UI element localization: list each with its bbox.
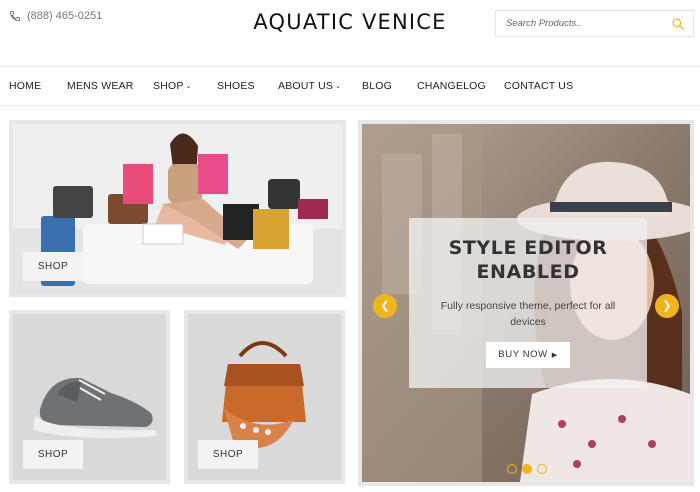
main-nav: HOME MENS WEAR SHOP ⌄ SHOES ABOUT US ⌄ BLO…: [0, 66, 700, 106]
nav-label: BLOG: [362, 80, 392, 92]
search-input[interactable]: [496, 11, 661, 36]
slider-next-button[interactable]: ❯: [655, 294, 679, 318]
promo-tile-women[interactable]: SHOP: [9, 120, 346, 297]
search-icon[interactable]: [671, 17, 685, 31]
chevron-left-icon: ❮: [380, 300, 390, 312]
nav-item-shoes[interactable]: SHOES: [217, 80, 255, 92]
nav-label: CHANGELOG: [417, 80, 486, 92]
slider-dot-2[interactable]: [522, 464, 532, 474]
site-header: (888) 465-0251 AQUATIC VENICE: [0, 0, 700, 66]
slide-subtitle: Fully responsive theme, perfect for all …: [440, 300, 616, 328]
promo-tile-bags[interactable]: SHOP: [184, 310, 345, 484]
nav-label: SHOES: [217, 80, 255, 92]
buy-now-button[interactable]: BUY NOW ▶: [486, 342, 570, 368]
buy-now-label: BUY NOW: [498, 349, 548, 360]
shop-button-women[interactable]: SHOP: [23, 252, 83, 281]
search-box: [495, 10, 694, 37]
nav-label: MENS WEAR: [67, 80, 134, 92]
chevron-down-icon: ⌄: [185, 83, 192, 90]
nav-item-about-us[interactable]: ABOUT US ⌄: [278, 80, 341, 92]
nav-label: ABOUT US: [278, 80, 334, 92]
chevron-right-icon: ❯: [662, 300, 672, 312]
chevron-down-icon: ⌄: [335, 83, 342, 90]
slide-title-line-1: STYLE EDITOR: [448, 237, 608, 259]
slide-title-line-2: ENABLED: [476, 261, 580, 283]
slider-dots: [507, 464, 547, 474]
slider-dot-3[interactable]: [537, 464, 547, 474]
hero-slider: STYLE EDITOR ENABLED Fully responsive th…: [358, 120, 694, 486]
nav-label: CONTACT US: [504, 80, 574, 92]
nav-item-home[interactable]: HOME: [9, 80, 41, 92]
shop-button-bags[interactable]: SHOP: [198, 440, 258, 469]
nav-item-shop[interactable]: SHOP ⌄: [153, 80, 192, 92]
shop-button-shoes[interactable]: SHOP: [23, 440, 83, 469]
slide-title: STYLE EDITOR ENABLED: [409, 236, 647, 284]
slider-dot-1[interactable]: [507, 464, 517, 474]
nav-item-blog[interactable]: BLOG: [362, 80, 392, 92]
slider-prev-button[interactable]: ❮: [373, 294, 397, 318]
slide-caption: STYLE EDITOR ENABLED Fully responsive th…: [409, 218, 647, 388]
nav-label: HOME: [9, 80, 42, 92]
nav-item-changelog[interactable]: CHANGELOG: [417, 80, 486, 92]
play-triangle-icon: ▶: [551, 352, 558, 359]
nav-item-contact-us[interactable]: CONTACT US: [504, 80, 573, 92]
nav-item-mens-wear[interactable]: MENS WEAR: [67, 80, 134, 92]
nav-label: SHOP: [153, 80, 184, 92]
promo-tile-shoes[interactable]: SHOP: [9, 310, 170, 484]
